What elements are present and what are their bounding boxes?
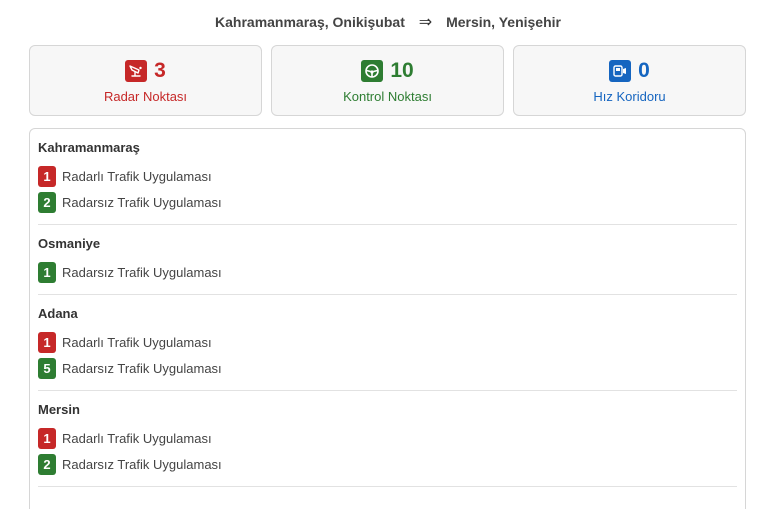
corridor-count: 0 [638,58,650,82]
radar-camera-icon [125,59,148,82]
region-kahramanmaras: Kahramanmaraş 1 Radarlı Trafik Uygulamas… [38,129,737,225]
region-list: Kahramanmaraş 1 Radarlı Trafik Uygulamas… [29,128,746,509]
radar-count: 3 [154,58,166,82]
corridor-summary-card[interactable]: 0 Hız Koridoru [513,45,746,116]
route-origin: Kahramanmaraş, Onikişubat [215,14,405,30]
entry-label: Radarlı Trafik Uygulaması [62,168,212,184]
entry-label: Radarlı Trafik Uygulaması [62,430,212,446]
list-item[interactable]: 1 Radarlı Trafik Uygulaması [38,329,737,355]
entry-label: Radarsız Trafik Uygulaması [62,194,222,210]
control-summary-card[interactable]: 10 Kontrol Noktası [271,45,504,116]
list-item[interactable]: 2 Radarsız Trafik Uygulaması [38,189,737,215]
corridor-label: Hız Koridoru [593,88,666,104]
control-count: 10 [390,58,414,82]
count-badge: 2 [38,453,56,475]
region-title: Adana [38,306,78,321]
region-title: Osmaniye [38,236,101,251]
region-adana: Adana 1 Radarlı Trafik Uygulaması 5 Rada… [38,295,737,391]
entry-label: Radarsız Trafik Uygulaması [62,264,222,280]
steering-wheel-icon [361,59,384,82]
list-item[interactable]: 5 Radarsız Trafik Uygulaması [38,355,737,381]
region-osmaniye: Osmaniye 1 Radarsız Trafik Uygulaması [38,225,737,295]
count-badge: 5 [38,357,56,379]
speed-corridor-icon [609,59,632,82]
count-badge: 1 [38,331,56,353]
list-item[interactable]: 1 Radarlı Trafik Uygulaması [38,425,737,451]
list-item[interactable]: 2 Radarsız Trafik Uygulaması [38,451,737,477]
entry-label: Radarsız Trafik Uygulaması [62,456,222,472]
region-title: Kahramanmaraş [38,140,140,155]
list-item[interactable]: 1 Radarlı Trafik Uygulaması [38,163,737,189]
route-destination: Mersin, Yenişehir [446,14,561,30]
radar-summary-card[interactable]: 3 Radar Noktası [29,45,262,116]
count-badge: 1 [38,261,56,283]
count-badge: 1 [38,427,56,449]
count-badge: 2 [38,191,56,213]
entry-label: Radarsız Trafik Uygulaması [62,360,222,376]
region-mersin: Mersin 1 Radarlı Trafik Uygulaması 2 Rad… [38,391,737,487]
summary-cards: 3 Radar Noktası 10 Kontrol Noktası 0 Hız… [29,45,746,116]
list-item[interactable]: 1 Radarsız Trafik Uygulaması [38,259,737,285]
control-label: Kontrol Noktası [343,88,432,104]
route-arrow-icon: ⇒ [418,14,433,31]
radar-label: Radar Noktası [103,88,188,104]
route-header: Kahramanmaraş, Onikişubat ⇒ Mersin, Yeni… [0,12,776,32]
count-badge: 1 [38,165,56,187]
region-title: Mersin [38,402,80,417]
entry-label: Radarlı Trafik Uygulaması [62,334,212,350]
